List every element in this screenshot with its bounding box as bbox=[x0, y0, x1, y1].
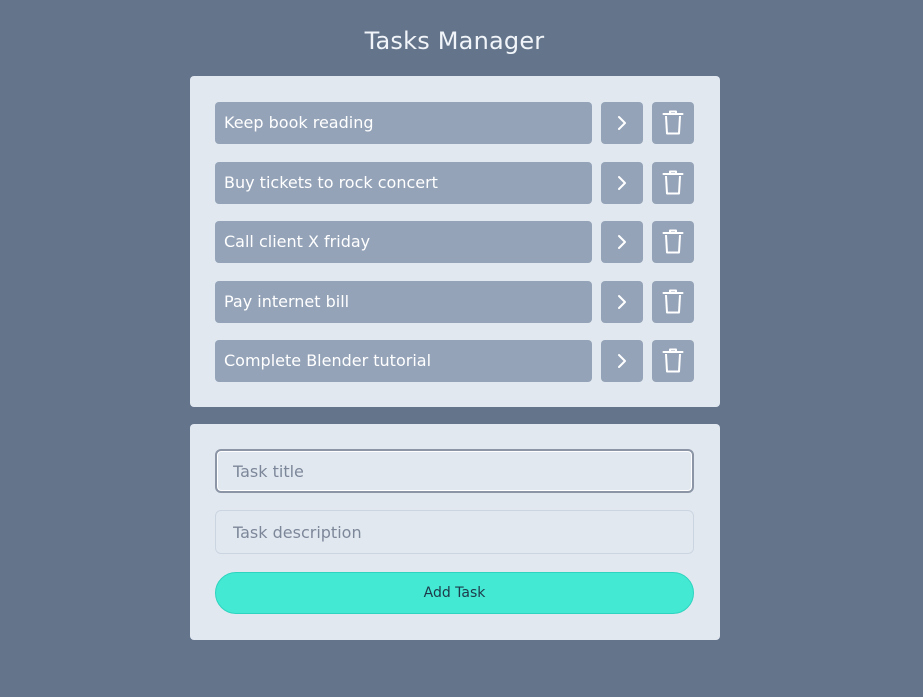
add-task-form: Add Task bbox=[190, 424, 720, 640]
chevron-right-icon bbox=[618, 294, 626, 309]
task-title[interactable]: Call client X friday bbox=[215, 221, 592, 263]
delete-task-button[interactable] bbox=[652, 280, 694, 323]
task-title[interactable]: Pay internet bill bbox=[215, 280, 592, 323]
delete-task-button[interactable] bbox=[652, 340, 694, 382]
open-task-button[interactable] bbox=[601, 280, 643, 323]
task-title[interactable]: Keep book reading bbox=[215, 102, 592, 144]
task-title[interactable]: Complete Blender tutorial bbox=[215, 340, 592, 382]
list-item: Call client X friday bbox=[215, 221, 695, 263]
page-title: Tasks Manager bbox=[364, 27, 545, 55]
list-item: Keep book reading bbox=[215, 102, 695, 144]
delete-task-button[interactable] bbox=[652, 102, 694, 144]
add-task-button[interactable]: Add Task bbox=[215, 572, 694, 614]
delete-task-button[interactable] bbox=[652, 161, 694, 204]
open-task-button[interactable] bbox=[601, 340, 643, 382]
list-item: Complete Blender tutorial bbox=[215, 340, 695, 382]
trash-icon bbox=[662, 229, 684, 254]
task-title[interactable]: Buy tickets to rock concert bbox=[215, 161, 592, 204]
list-item: Buy tickets to rock concert bbox=[215, 161, 695, 204]
task-title-input[interactable] bbox=[215, 449, 694, 493]
open-task-button[interactable] bbox=[601, 102, 643, 144]
task-list: Keep book reading Buy tickets to rock co… bbox=[190, 76, 720, 407]
chevron-right-icon bbox=[618, 175, 626, 190]
chevron-right-icon bbox=[618, 116, 626, 130]
trash-icon bbox=[662, 170, 684, 194]
list-item: Pay internet bill bbox=[215, 280, 695, 323]
chevron-right-icon bbox=[618, 235, 626, 249]
task-description-input[interactable] bbox=[215, 510, 694, 554]
open-task-button[interactable] bbox=[601, 221, 643, 263]
trash-icon bbox=[662, 348, 684, 373]
open-task-button[interactable] bbox=[601, 161, 643, 204]
chevron-right-icon bbox=[618, 354, 626, 368]
trash-icon bbox=[662, 110, 684, 135]
trash-icon bbox=[662, 289, 684, 313]
delete-task-button[interactable] bbox=[652, 221, 694, 263]
